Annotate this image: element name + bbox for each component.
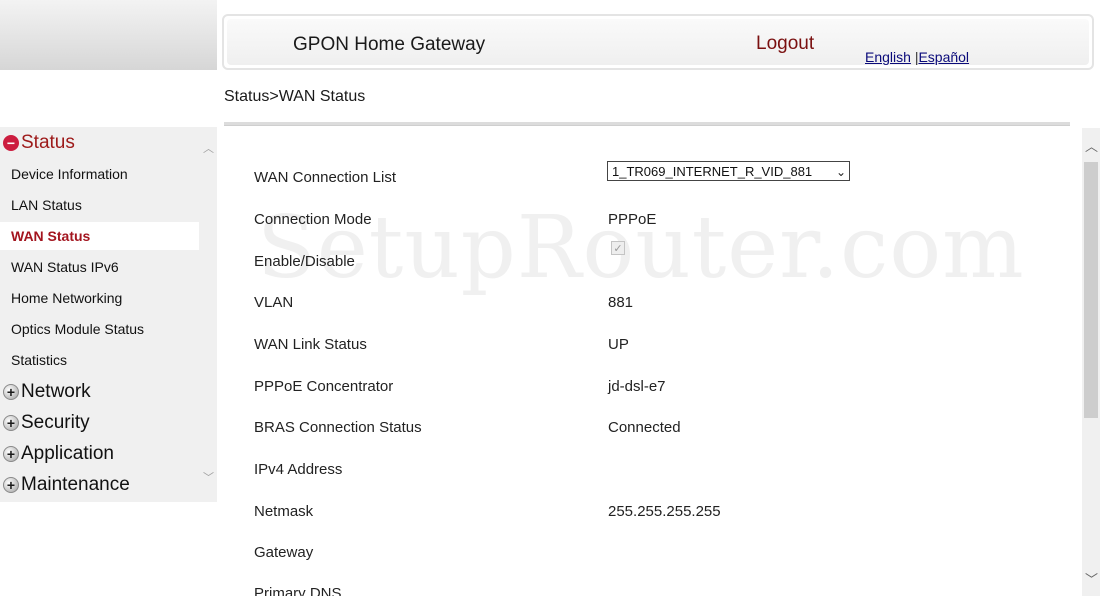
sidebar-item-statistics[interactable]: Statistics — [0, 346, 199, 374]
field-value: jd-dsl-e7 — [608, 378, 666, 395]
enable-checkbox[interactable]: ✓ — [611, 241, 625, 255]
wan-connection-select[interactable]: 1_TR069_INTERNET_R_VID_881 ⌄ — [607, 161, 850, 181]
sidebar-item-lan-status[interactable]: LAN Status — [0, 191, 199, 219]
header-inner: GPON Home Gateway Logout English |Españo… — [227, 19, 1089, 65]
sidebar-item-home-networking[interactable]: Home Networking — [0, 284, 199, 312]
chevron-up-icon[interactable]: ︿ — [1085, 136, 1098, 155]
sidebar-scrollbar[interactable]: ︿ ﹀ — [200, 127, 217, 502]
field-label: IPv4 Address — [254, 461, 343, 478]
select-value: 1_TR069_INTERNET_R_VID_881 — [612, 163, 813, 179]
field-label: WAN Connection List — [254, 169, 397, 186]
expand-icon: + — [3, 446, 19, 462]
sidebar-group-application[interactable]: + Application — [0, 440, 114, 468]
row-connection-mode: Connection Mode PPPoE — [254, 211, 1084, 235]
scrollbar-thumb[interactable] — [1084, 162, 1098, 418]
row-ipv4-address: IPv4 Address — [254, 461, 1084, 485]
field-label: VLAN — [254, 294, 294, 311]
field-label: Netmask — [254, 503, 314, 520]
field-value: PPPoE — [608, 211, 657, 228]
collapse-icon: − — [3, 135, 19, 151]
chevron-down-icon[interactable]: ﹀ — [203, 469, 214, 485]
field-value: 255.255.255.255 — [608, 503, 721, 520]
lang-english-link[interactable]: English — [865, 49, 911, 65]
sidebar-group-label: Security — [21, 412, 90, 433]
expand-icon: + — [3, 384, 19, 400]
field-label: WAN Link Status — [254, 336, 367, 353]
row-bras-connection-status: BRAS Connection Status Connected — [254, 419, 1084, 443]
lang-spanish-link[interactable]: Español — [918, 49, 969, 65]
main-content: SetupRouter.com WAN Connection List 1_TR… — [222, 128, 1100, 596]
row-netmask: Netmask 255.255.255.255 — [254, 503, 1084, 527]
field-label: Primary DNS — [254, 585, 342, 596]
sidebar-item-device-information[interactable]: Device Information — [0, 160, 199, 188]
sidebar-group-status[interactable]: − Status — [0, 129, 75, 157]
chevron-up-icon[interactable]: ︿ — [203, 140, 214, 156]
row-enable-disable: Enable/Disable — [254, 253, 1084, 277]
row-vlan: VLAN 881 — [254, 294, 1084, 318]
left-header-panel — [0, 0, 217, 70]
sidebar-group-label: Network — [21, 381, 91, 402]
sidebar-item-wan-status-ipv6[interactable]: WAN Status IPv6 — [0, 253, 199, 281]
field-value: UP — [608, 336, 629, 353]
row-gateway: Gateway — [254, 544, 1084, 568]
sidebar-group-security[interactable]: + Security — [0, 409, 90, 437]
chevron-down-icon: ⌄ — [835, 165, 846, 179]
breadcrumb-divider — [224, 122, 1070, 126]
app-title: GPON Home Gateway — [293, 34, 486, 55]
sidebar-group-label: Application — [21, 443, 114, 464]
language-switcher: English |Español — [865, 49, 969, 65]
logout-link[interactable]: Logout — [756, 33, 814, 55]
chevron-down-icon[interactable]: ﹀ — [1085, 569, 1098, 588]
row-wan-link-status: WAN Link Status UP — [254, 336, 1084, 360]
field-label: Enable/Disable — [254, 253, 355, 270]
row-primary-dns: Primary DNS — [254, 585, 1084, 596]
sidebar: − Status Device Information LAN Status W… — [0, 127, 217, 502]
field-value: 881 — [608, 294, 634, 311]
expand-icon: + — [3, 415, 19, 431]
expand-icon: + — [3, 477, 19, 493]
sidebar-group-label: Status — [21, 132, 75, 153]
sidebar-item-wan-status[interactable]: WAN Status — [0, 222, 199, 250]
row-pppoe-concentrator: PPPoE Concentrator jd-dsl-e7 — [254, 378, 1084, 402]
header-bar: GPON Home Gateway Logout English |Españo… — [222, 14, 1094, 70]
field-label: PPPoE Concentrator — [254, 378, 394, 395]
sidebar-item-optics-module-status[interactable]: Optics Module Status — [0, 315, 199, 343]
field-label: BRAS Connection Status — [254, 419, 422, 436]
breadcrumb: Status>WAN Status — [224, 88, 366, 105]
field-label: Connection Mode — [254, 211, 372, 228]
content-scrollbar[interactable]: ︿ ﹀ — [1082, 128, 1100, 596]
sidebar-group-label: Maintenance — [21, 474, 130, 495]
field-label: Gateway — [254, 544, 314, 561]
field-value: Connected — [608, 419, 681, 436]
sidebar-group-maintenance[interactable]: + Maintenance — [0, 471, 130, 499]
sidebar-group-network[interactable]: + Network — [0, 378, 91, 406]
